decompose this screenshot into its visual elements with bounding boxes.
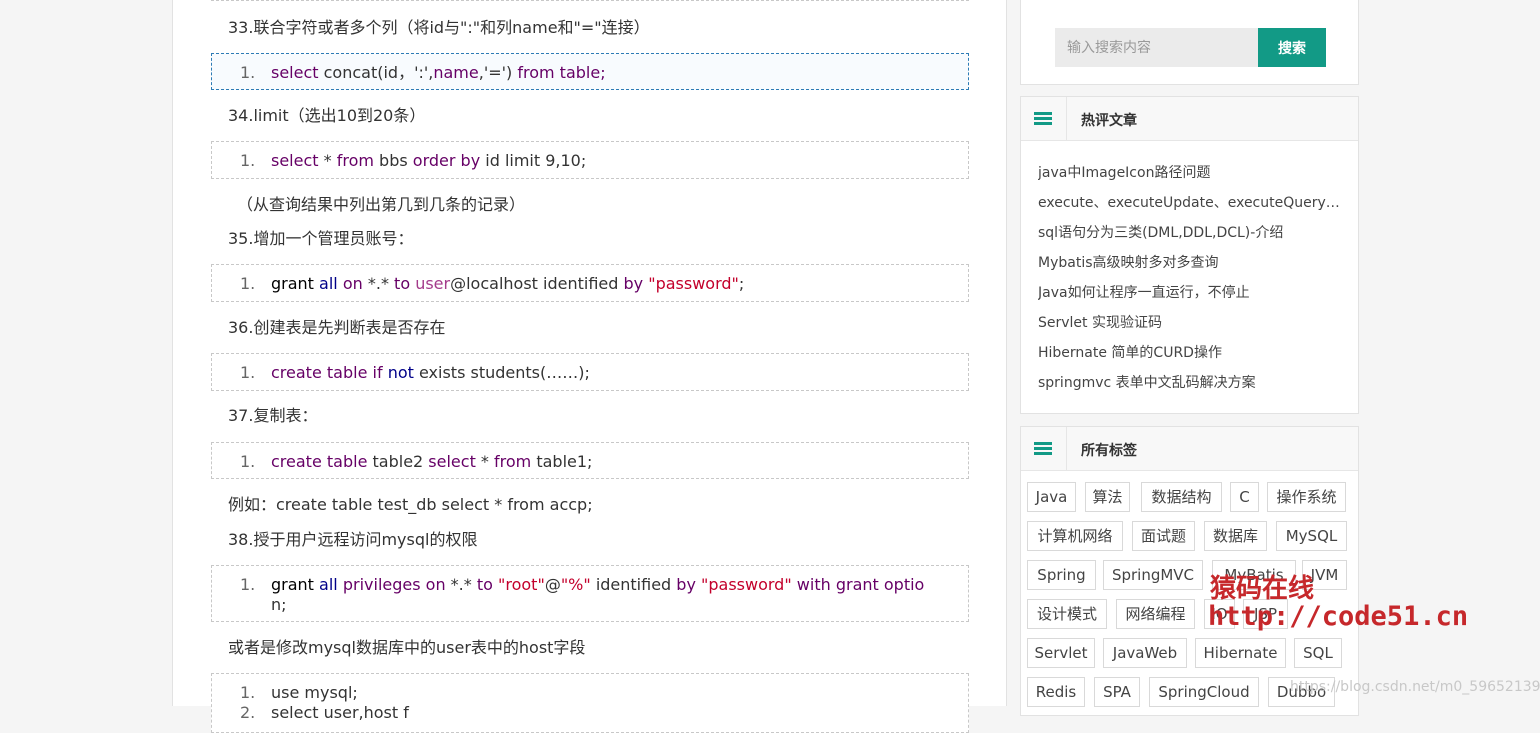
tag-data-structure[interactable]: 数据结构 (1141, 482, 1222, 512)
code-line: create table if not exists students(……); (271, 363, 590, 382)
code-line: select * from bbs order by id limit 9,10… (271, 151, 587, 170)
search-panel: 搜索 (1020, 0, 1359, 85)
tag-algorithm[interactable]: 算法 (1085, 482, 1130, 512)
line-number: 1. (240, 683, 256, 702)
code-block-34[interactable]: 1. select * from bbs order by id limit 9… (211, 141, 969, 179)
code-block-39[interactable]: 1. use mysql; 2. select user,host f (211, 673, 969, 733)
menu-icon (1021, 97, 1067, 140)
line-number: 1. (240, 575, 256, 594)
line-number: 1. (240, 363, 256, 382)
hot-article-link[interactable]: Java如何让程序一直运行，不停止 (1038, 284, 1342, 302)
line-number: 1. (240, 63, 256, 82)
line-number: 1. (240, 151, 256, 170)
line-number: 1. (240, 452, 256, 471)
tag-redis[interactable]: Redis (1027, 677, 1085, 707)
tag-os[interactable]: 操作系统 (1267, 482, 1346, 512)
tag-mysql[interactable]: MySQL (1276, 521, 1347, 551)
panel-title: 热评文章 (1081, 113, 1137, 129)
article-content: 33.联合字符或者多个列（将id与":"和列name和"="连接） 1. sel… (172, 0, 1007, 733)
tag-c[interactable]: C (1230, 482, 1259, 512)
heading-34: 34.limit（选出10到20条） (228, 106, 426, 125)
code-block-bottom-edge (211, 0, 969, 2)
note-38: 或者是修改mysql数据库中的user表中的host字段 (228, 638, 586, 657)
watermark-csdn: https://blog.csdn.net/m0_59652139 (1290, 679, 1540, 695)
tag-servlet[interactable]: Servlet (1027, 638, 1095, 668)
code-block-33[interactable]: 1. select concat(id，':',name,'=') from t… (211, 53, 969, 90)
watermark-site-name: 猿码在线 (1210, 574, 1315, 604)
hot-article-link[interactable]: springmvc 表单中文乱码解决方案 (1038, 374, 1342, 392)
hot-article-link[interactable]: Hibernate 简单的CURD操作 (1038, 344, 1342, 362)
code-block-35[interactable]: 1. grant all on *.* to user@localhost id… (211, 264, 969, 302)
line-number: 1. (240, 274, 256, 293)
heading-38: 38.授于用户远程访问mysql的权限 (228, 530, 478, 549)
code-line: use mysql; (271, 683, 358, 702)
hot-articles-panel: 热评文章 java中ImageIcon路径问题 execute、executeU… (1020, 96, 1359, 414)
heading-35: 35.增加一个管理员账号： (228, 229, 414, 248)
panel-title: 所有标签 (1081, 443, 1137, 459)
menu-icon (1021, 427, 1067, 470)
heading-33: 33.联合字符或者多个列（将id与":"和列name和"="连接） (228, 18, 650, 37)
heading-37: 37.复制表： (228, 406, 318, 425)
hot-article-link[interactable]: sql语句分为三类(DML,DDL,DCL)-介绍 (1038, 224, 1342, 242)
tag-database[interactable]: 数据库 (1204, 521, 1267, 551)
hot-article-link[interactable]: Servlet 实现验证码 (1038, 314, 1342, 332)
tag-spa[interactable]: SPA (1094, 677, 1140, 707)
code-line: create table table2 select * from table1… (271, 452, 593, 471)
code-block-36[interactable]: 1. create table if not exists students(…… (211, 353, 969, 391)
note-34: （从查询结果中列出第几到几条的记录） (237, 195, 526, 214)
code-line: grant all privileges on *.* to "root"@"%… (271, 575, 925, 594)
tag-interview[interactable]: 面试题 (1132, 521, 1195, 551)
panel-header: 所有标签 (1021, 427, 1358, 471)
tag-network[interactable]: 计算机网络 (1027, 521, 1123, 551)
tag-java[interactable]: Java (1027, 482, 1076, 512)
tag-springcloud[interactable]: SpringCloud (1149, 677, 1259, 707)
tag-network-programming[interactable]: 网络编程 (1116, 599, 1195, 629)
hot-article-link[interactable]: java中ImageIcon路径问题 (1038, 164, 1342, 182)
code-line-wrap: n; (271, 595, 287, 614)
hot-article-link[interactable]: Mybatis高级映射多对多查询 (1038, 254, 1342, 272)
watermark-site-url: http://code51.cn (1208, 601, 1469, 632)
tag-spring[interactable]: Spring (1027, 560, 1096, 590)
code-block-37[interactable]: 1. create table table2 select * from tab… (211, 442, 969, 479)
code-block-38[interactable]: 1. grant all privileges on *.* to "root"… (211, 565, 969, 622)
code-line: grant all on *.* to user@localhost ident… (271, 274, 745, 293)
tag-sql[interactable]: SQL (1294, 638, 1342, 668)
tag-design-patterns[interactable]: 设计模式 (1027, 599, 1107, 629)
code-line: select user,host f (271, 703, 409, 722)
tag-javaweb[interactable]: JavaWeb (1103, 638, 1187, 668)
heading-36: 36.创建表是先判断表是否存在 (228, 318, 446, 337)
search-button[interactable]: 搜索 (1258, 28, 1326, 67)
search-input[interactable] (1055, 28, 1258, 67)
code-line: select concat(id，':',name,'=') from tabl… (271, 63, 606, 82)
panel-header: 热评文章 (1021, 97, 1358, 141)
tag-hibernate[interactable]: Hibernate (1195, 638, 1286, 668)
hot-article-link[interactable]: execute、executeUpdate、executeQuery三者的区别 (1038, 194, 1342, 212)
example-37: 例如：create table test_db select * from ac… (228, 495, 593, 514)
tag-springmvc[interactable]: SpringMVC (1103, 560, 1203, 590)
